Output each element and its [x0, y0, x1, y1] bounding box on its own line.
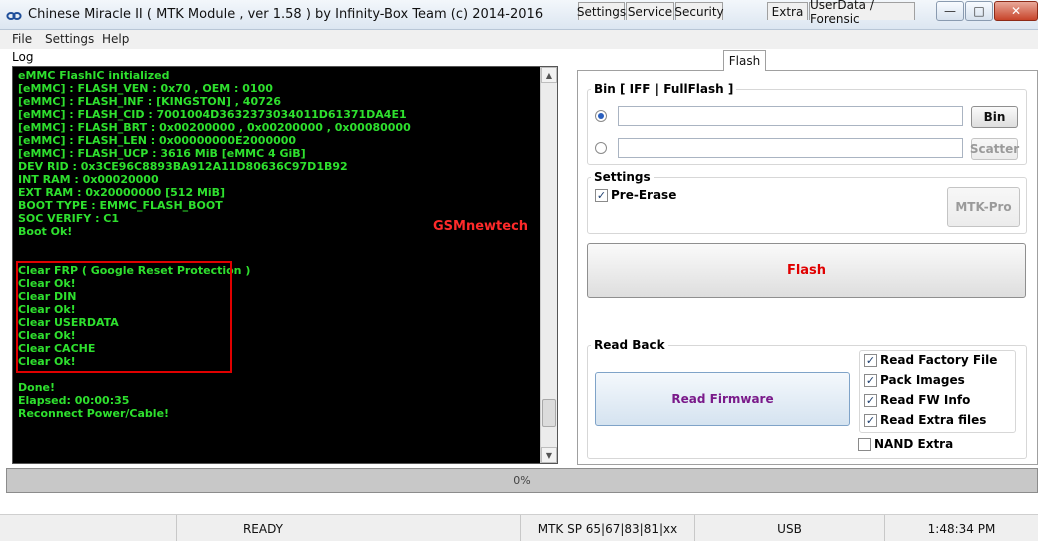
log-line: DEV RID : 0x3CE96C8893BA912A11D80636C97D…: [18, 160, 348, 173]
window-title: Chinese Miracle II ( MTK Module , ver 1.…: [28, 7, 544, 22]
scroll-down-arrow-icon[interactable]: ▼: [541, 447, 557, 463]
menu-bar: File Settings Help: [0, 30, 1038, 49]
progress-bar: 0%: [6, 468, 1038, 493]
log-line: INT RAM : 0x00020000: [18, 173, 159, 186]
tab-security[interactable]: Security: [674, 2, 724, 20]
log-line: BOOT TYPE : EMMC_FLASH_BOOT: [18, 199, 223, 212]
scroll-up-arrow-icon[interactable]: ▲: [541, 67, 557, 83]
read-factory-file-label: Read Factory File: [880, 353, 998, 367]
status-port: USB: [694, 515, 884, 541]
bin-path-field[interactable]: [618, 106, 963, 126]
log-line: [eMMC] : FLASH_BRT : 0x00200000 , 0x0020…: [18, 121, 411, 134]
maximize-button[interactable]: □: [965, 1, 993, 21]
log-scrollbar[interactable]: ▲ ▼: [540, 67, 557, 463]
menu-file[interactable]: File: [12, 32, 32, 46]
scatter-radio[interactable]: [595, 142, 607, 154]
pack-images-checkbox[interactable]: ✓: [864, 374, 877, 387]
infinity-logo-icon: [6, 12, 22, 20]
scroll-thumb[interactable]: [542, 399, 556, 427]
log-line: eMMC FlashIC initialized: [18, 69, 170, 82]
tab-settings[interactable]: Settings: [577, 2, 626, 20]
read-fw-info-checkbox[interactable]: ✓: [864, 394, 877, 407]
read-factory-file-checkbox[interactable]: ✓: [864, 354, 877, 367]
log-line: [eMMC] : FLASH_VEN : 0x70 , OEM : 0100: [18, 82, 273, 95]
tab-service[interactable]: Service: [626, 2, 674, 20]
log-line: Elapsed: 00:00:35: [18, 394, 130, 407]
tab-flash[interactable]: Flash: [723, 50, 766, 71]
status-mtk-sp: MTK SP 65|67|83|81|xx: [520, 515, 694, 541]
settings-group-title: Settings: [591, 170, 654, 184]
minimize-button[interactable]: —: [936, 1, 964, 21]
mtk-pro-button[interactable]: MTK-Pro: [947, 187, 1020, 227]
status-time: 1:48:34 PM: [884, 515, 1038, 541]
nand-extra-label: NAND Extra: [874, 437, 954, 451]
scatter-button[interactable]: Scatter: [970, 138, 1019, 160]
log-line: [eMMC] : FLASH_LEN : 0x00000000E2000000: [18, 134, 297, 147]
log-line: [eMMC] : FLASH_CID : 7001004D36323730340…: [18, 108, 407, 121]
log-line: [eMMC] : FLASH_UCP : 3616 MiB [eMMC 4 Gi…: [18, 147, 306, 160]
menu-settings[interactable]: Settings: [45, 32, 94, 46]
log-line: [eMMC] : FLASH_INF : [KINGSTON] , 40726: [18, 95, 282, 108]
read-extra-files-checkbox[interactable]: ✓: [864, 414, 877, 427]
status-state: READY: [176, 515, 349, 541]
log-line: Done!: [18, 381, 55, 394]
read-extra-files-label: Read Extra files: [880, 413, 987, 427]
menu-help[interactable]: Help: [102, 32, 129, 46]
tab-extra[interactable]: Extra: [767, 2, 808, 20]
progress-text: 0%: [513, 474, 531, 487]
bin-button[interactable]: Bin: [971, 106, 1018, 128]
read-firmware-button[interactable]: Read Firmware: [595, 372, 850, 426]
tab-userdata-forensic[interactable]: UserData / Forensic: [809, 0, 915, 26]
close-button[interactable]: ✕: [994, 1, 1038, 21]
bin-radio[interactable]: [595, 110, 607, 122]
readback-group-title: Read Back: [591, 338, 668, 352]
log-line: Reconnect Power/Cable!: [18, 407, 170, 420]
nand-extra-checkbox[interactable]: [858, 438, 871, 451]
status-bar: READY MTK SP 65|67|83|81|xx USB 1:48:34 …: [0, 514, 1038, 541]
scatter-path-field[interactable]: [618, 138, 963, 158]
flash-button[interactable]: Flash: [587, 243, 1026, 298]
pre-erase-label: Pre-Erase: [611, 188, 677, 202]
read-fw-info-label: Read FW Info: [880, 393, 971, 407]
watermark-text: GSMnewtech: [433, 219, 529, 234]
bin-group-title: Bin [ IFF | FullFlash ]: [591, 82, 737, 96]
frp-highlight-box: [16, 261, 232, 373]
log-panel[interactable]: eMMC FlashIC initialized [eMMC] : FLASH_V…: [12, 66, 558, 464]
log-label: Log: [12, 50, 34, 64]
log-line: EXT RAM : 0x20000000 [512 MiB]: [18, 186, 226, 199]
pre-erase-checkbox[interactable]: ✓: [595, 189, 608, 202]
pack-images-label: Pack Images: [880, 373, 965, 387]
